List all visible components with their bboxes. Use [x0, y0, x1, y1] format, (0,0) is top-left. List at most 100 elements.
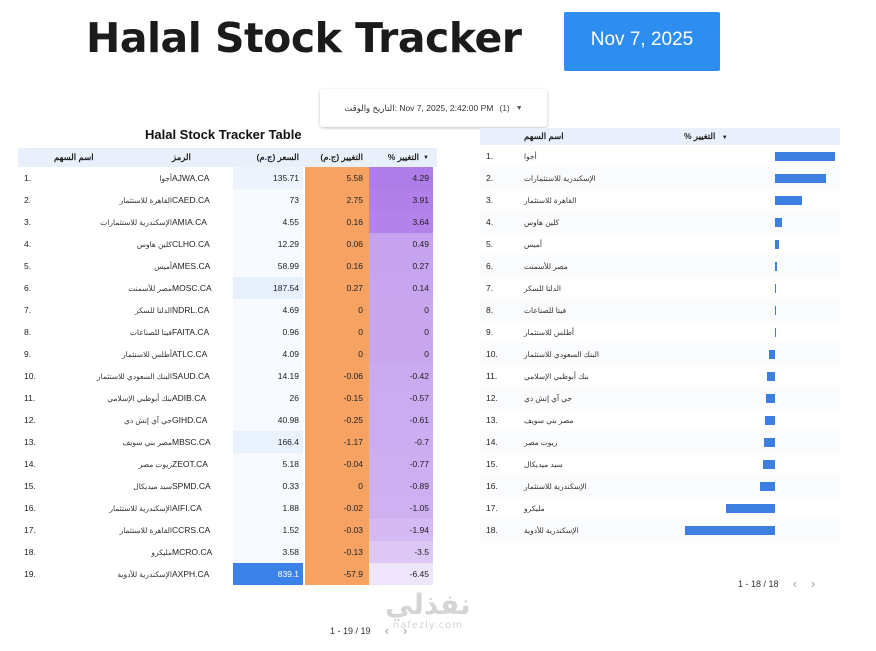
bar-column-header-pct-label: % التغيير: [684, 131, 716, 141]
bar-row[interactable]: 17. مليكرو: [480, 497, 840, 519]
table-row[interactable]: 6. مصر للأسمنت MOSC.CA 187.54 0.27 0.14: [18, 277, 437, 299]
change-bar: [775, 152, 835, 161]
bar-row[interactable]: 2. الإسكندرية للاستثمارات: [480, 167, 840, 189]
stock-name: مليكرو: [151, 547, 172, 557]
stock-name: كلين هاوس: [136, 239, 172, 249]
table-row[interactable]: 17. القاهرة للاستثمار CCRS.CA 1.52 -0.03 -1.9…: [18, 519, 437, 541]
row-index: 3.: [24, 217, 32, 227]
stock-symbol: AXPH.CA: [172, 569, 210, 579]
bar-row[interactable]: 13. مصر بني سويف: [480, 409, 840, 431]
stock-name: القاهرة للاستثمار: [524, 195, 577, 205]
stock-change-pct: 0.49: [369, 233, 433, 255]
stock-change: 0.27: [305, 277, 369, 299]
date-scorecard[interactable]: Nov 7, 2025: [564, 12, 720, 71]
table-row[interactable]: 13. مصر بني سويف MBSC.CA 166.4 -1.17 -0.7: [18, 431, 437, 453]
stock-price: 14.19: [233, 365, 303, 387]
column-header-symbol[interactable]: الرمز: [172, 148, 232, 167]
stock-price: 5.18: [233, 453, 303, 475]
bar-row[interactable]: 4. كلين هاوس: [480, 211, 840, 233]
bar-row[interactable]: 14. زيوت مصر: [480, 431, 840, 453]
bar-row[interactable]: 12. جي آي إتش دي: [480, 387, 840, 409]
change-bar: [762, 460, 775, 469]
bar-row[interactable]: 11. بنك أبوظبي الإسلامي: [480, 365, 840, 387]
bar-column-header-pct[interactable]: % التغيير ▼: [684, 131, 728, 142]
table-row[interactable]: 11. بنك أبوظبي الإسلامي ADIB.CA 26 -0.15 -0.5…: [18, 387, 437, 409]
table-row[interactable]: 4. كلين هاوس CLHO.CA 12.29 0.06 0.49: [18, 233, 437, 255]
row-index: 5.: [486, 239, 494, 249]
table-row[interactable]: 1. أجوا AJWA.CA 135.71 5.58 4.29: [18, 167, 437, 189]
bar-row[interactable]: 5. أميس: [480, 233, 840, 255]
stock-change-pct: 0: [369, 343, 433, 365]
bar-column-header-name[interactable]: اسم السهم: [524, 131, 564, 142]
row-index: 13.: [486, 415, 498, 425]
table-row[interactable]: 9. أطلس للاستثمار ATLC.CA 4.09 0 0: [18, 343, 437, 365]
table-row[interactable]: 14. زيوت مصر ZEOT.CA 5.18 -0.04 -0.77: [18, 453, 437, 475]
stock-price: 839.1: [233, 563, 303, 585]
stock-name: الدلتا للسكر: [524, 283, 561, 293]
table-row[interactable]: 7. الدلتا للسكر NDRL.CA 4.69 0 0: [18, 299, 437, 321]
stock-change-pct: 4.29: [369, 167, 433, 189]
bar-row[interactable]: 6. مصر للأسمنت: [480, 255, 840, 277]
column-header-price[interactable]: السعر (ج.م): [233, 148, 303, 167]
column-header-change[interactable]: التغيير (ج.م): [305, 148, 369, 167]
stock-price: 4.09: [233, 343, 303, 365]
column-header-name[interactable]: اسم السهم: [54, 148, 172, 167]
column-header-pct-label: % التغيير: [387, 152, 420, 162]
bar-row[interactable]: 9. أطلس للاستثمار: [480, 321, 840, 343]
stock-name: البنك السعودي للاستثمار: [97, 371, 172, 381]
stock-symbol: SPMD.CA: [172, 481, 211, 491]
bar-row[interactable]: 10. البنك السعودي للاستثمار: [480, 343, 840, 365]
stock-symbol: AIFI.CA: [172, 503, 202, 513]
stock-price: 40.98: [233, 409, 303, 431]
date-filter-control[interactable]: التاريخ والوقت: Nov 7, 2025, 2:42:00 PM …: [320, 89, 547, 127]
bar-row[interactable]: 1. أجوا: [480, 145, 840, 167]
pager-range: 1 - 19 / 19: [330, 625, 371, 636]
stock-symbol: SAUD.CA: [172, 371, 210, 381]
table-row[interactable]: 12. جي آي إتش دي GIHD.CA 40.98 -0.25 -0.61: [18, 409, 437, 431]
bar-row[interactable]: 8. فيتا للصناعات: [480, 299, 840, 321]
stock-name: أجوا: [524, 151, 537, 161]
stock-change: -1.17: [305, 431, 369, 453]
stock-name: أميس: [524, 239, 542, 249]
row-index: 16.: [486, 481, 498, 491]
column-header-pct[interactable]: % التغيير ▼: [369, 148, 433, 167]
row-index: 17.: [24, 525, 36, 535]
table-row[interactable]: 3. الإسكندرية للاستثمارات AMIA.CA 4.55 0.16 3…: [18, 211, 437, 233]
table-row[interactable]: 19. الإسكندرية للأدوية AXPH.CA 839.1 -57.9 -6…: [18, 563, 437, 585]
stock-name: مصر بني سويف: [122, 437, 172, 447]
stock-change-pct: -0.61: [369, 409, 433, 431]
stock-change: -57.9: [305, 563, 369, 585]
bar-row[interactable]: 15. سيد ميديكال: [480, 453, 840, 475]
stock-name: الإسكندرية للاستثمارات: [524, 173, 596, 183]
stock-price: 12.29: [233, 233, 303, 255]
stock-symbol: MOSC.CA: [172, 283, 212, 293]
stock-name: مليكرو: [524, 503, 545, 513]
stock-symbol: FAITA.CA: [172, 327, 210, 337]
table-row[interactable]: 16. الإسكندرية للاستثمار AIFI.CA 1.88 -0.02-…: [18, 497, 437, 519]
prev-page-icon[interactable]: ‹: [793, 576, 797, 591]
stock-change: 0.16: [305, 211, 369, 233]
next-page-icon[interactable]: ›: [811, 576, 815, 591]
stock-symbol: CCRS.CA: [172, 525, 211, 535]
table-row[interactable]: 2. القاهرة للاستثمار CAED.CA 73 2.75 3.91: [18, 189, 437, 211]
bar-row[interactable]: 16. الإسكندرية للاستثمار: [480, 475, 840, 497]
chevron-down-icon[interactable]: ▼: [516, 105, 523, 112]
table-row[interactable]: 10. البنك السعودي للاستثمار SAUD.CA 14.19 -0…: [18, 365, 437, 387]
row-index: 8.: [486, 305, 494, 315]
table-row[interactable]: 18. مليكرو MCRO.CA 3.58 -0.13 -3.5: [18, 541, 437, 563]
bar-row[interactable]: 3. القاهرة للاستثمار: [480, 189, 840, 211]
table-row[interactable]: 5. أميس AMES.CA 58.99 0.16 0.27: [18, 255, 437, 277]
change-bar: [775, 284, 776, 293]
row-index: 3.: [486, 195, 494, 205]
stock-name: مصر للأسمنت: [524, 261, 568, 271]
stock-price: 1.52: [233, 519, 303, 541]
table-row[interactable]: 8. فيتا للصناعات FAITA.CA 0.96 0 0: [18, 321, 437, 343]
table-row[interactable]: 15. سيد ميديكال SPMD.CA 0.33 0 -0.89: [18, 475, 437, 497]
change-bar: [775, 306, 776, 315]
stock-change-pct: -0.57: [369, 387, 433, 409]
bar-row[interactable]: 7. الدلتا للسكر: [480, 277, 840, 299]
date-filter-label: التاريخ والوقت: Nov 7, 2025, 2:42:00 PM: [344, 102, 494, 113]
stock-symbol: AMIA.CA: [172, 217, 207, 227]
change-bar: [775, 174, 826, 183]
bar-row[interactable]: 18. الإسكندرية للأدوية: [480, 519, 840, 541]
